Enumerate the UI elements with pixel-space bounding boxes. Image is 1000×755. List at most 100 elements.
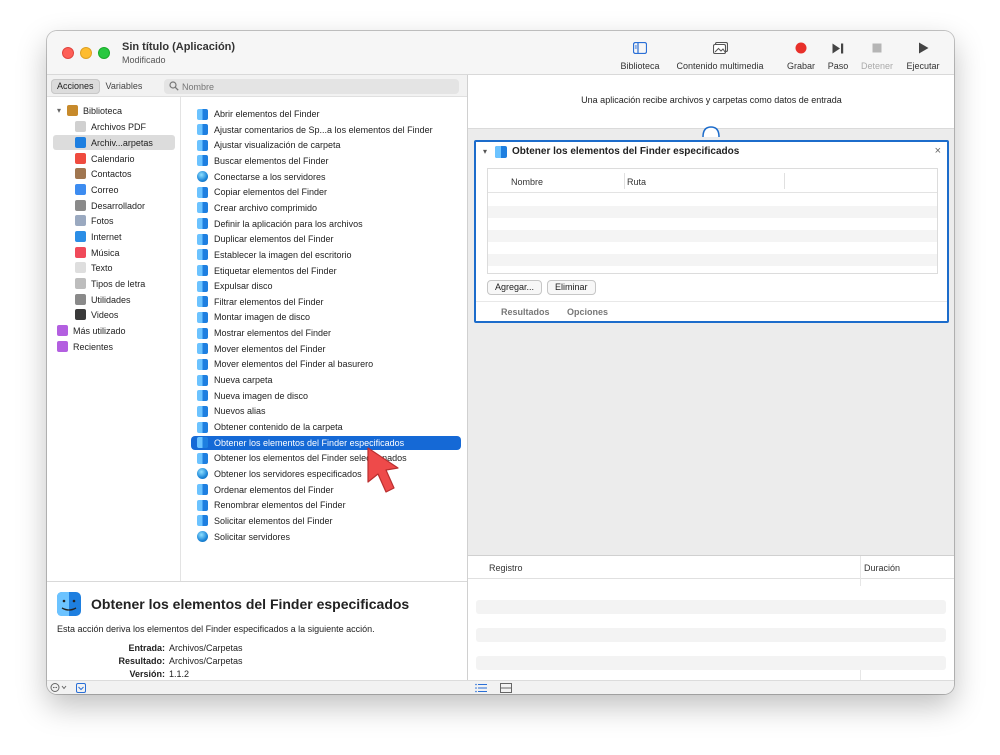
action-list-item[interactable]: Abrir elementos del Finder: [191, 107, 461, 121]
action-label: Montar imagen de disco: [214, 312, 311, 323]
finder-icon: [197, 343, 208, 355]
action-list-item[interactable]: Obtener los servidores especificados: [191, 467, 461, 481]
library-item[interactable]: Contactos: [53, 166, 175, 181]
action-list-item[interactable]: Obtener los elementos del Finder especif…: [191, 435, 461, 450]
column-path[interactable]: Ruta: [627, 177, 646, 187]
sidebar-icon: [615, 39, 665, 57]
action-list-item[interactable]: Filtrar elementos del Finder: [191, 295, 461, 309]
description-toggle-icon[interactable]: [76, 683, 86, 694]
action-list-item[interactable]: Ajustar comentarios de Sp...a los elemen…: [191, 123, 461, 137]
action-list-item[interactable]: Etiquetar elementos del Finder: [191, 264, 461, 278]
library-item[interactable]: Fotos: [53, 213, 175, 228]
tab-options[interactable]: Opciones: [567, 307, 608, 317]
column-duration[interactable]: Duración: [864, 563, 900, 573]
close-window-button[interactable]: [62, 47, 74, 59]
disclosure-triangle-icon[interactable]: ▾: [483, 147, 487, 156]
action-list-item[interactable]: Solicitar elementos del Finder: [191, 514, 461, 528]
action-list-item[interactable]: Nueva carpeta: [191, 373, 461, 387]
action-list-item[interactable]: Montar imagen de disco: [191, 310, 461, 324]
card-title: Obtener los elementos del Finder especif…: [512, 146, 740, 157]
split-view-icon[interactable]: [500, 683, 512, 694]
action-list-item[interactable]: Solicitar servidores: [191, 530, 461, 544]
finder-icon: [197, 155, 208, 167]
finder-icon: [197, 202, 208, 214]
finder-icon: [197, 108, 208, 120]
search-input[interactable]: [182, 80, 452, 93]
library-item[interactable]: Desarrollador: [53, 198, 175, 213]
log-row: [476, 600, 946, 614]
library-item[interactable]: Correo: [53, 182, 175, 197]
stop-toolbar-button[interactable]: Detener: [857, 39, 897, 71]
library-item[interactable]: Archiv...arpetas: [53, 135, 175, 150]
action-list-item[interactable]: Establecer la imagen del escritorio: [191, 248, 461, 262]
column-name[interactable]: Nombre: [511, 177, 543, 187]
remove-button[interactable]: Eliminar: [547, 280, 596, 295]
library-item-label: Fotos: [91, 215, 114, 226]
action-list-item[interactable]: Duplicar elementos del Finder: [191, 232, 461, 246]
action-list-item[interactable]: Ordenar elementos del Finder: [191, 483, 461, 497]
action-label: Duplicar elementos del Finder: [214, 234, 334, 245]
action-label: Ajustar visualización de carpeta: [214, 140, 341, 151]
add-button[interactable]: Agregar...: [487, 280, 543, 295]
action-list-item[interactable]: Mover elementos del Finder: [191, 342, 461, 356]
media-toolbar-button[interactable]: Contenido multimedia: [671, 39, 769, 71]
library-toolbar-button[interactable]: Biblioteca: [615, 39, 665, 71]
zoom-window-button[interactable]: [98, 47, 110, 59]
library-item-label: Videos: [91, 309, 119, 320]
library-item[interactable]: Música: [53, 245, 175, 260]
close-icon[interactable]: ×: [935, 145, 941, 157]
action-list-item[interactable]: Nueva imagen de disco: [191, 389, 461, 403]
library-item[interactable]: Utilidades: [53, 292, 175, 307]
action-list-item[interactable]: Obtener contenido de la carpeta: [191, 420, 461, 434]
library-item[interactable]: Más utilizado: [53, 323, 175, 338]
action-list-item[interactable]: Buscar elementos del Finder: [191, 154, 461, 168]
library-item[interactable]: Recientes: [53, 339, 175, 354]
action-list-item[interactable]: Ajustar visualización de carpeta: [191, 138, 461, 152]
action-label: Abrir elementos del Finder: [214, 109, 320, 119]
step-toolbar-button[interactable]: Paso: [823, 39, 853, 71]
finder-icon: [197, 515, 208, 527]
description-text: Esta acción deriva los elementos del Fin…: [57, 624, 375, 634]
finder-icon: [57, 592, 81, 619]
minimize-window-button[interactable]: [80, 47, 92, 59]
library-item[interactable]: Videos: [53, 307, 175, 322]
library-item-label: Tipos de letra: [91, 278, 146, 289]
library-item[interactable]: Internet: [53, 229, 175, 244]
action-label: Ordenar elementos del Finder: [214, 484, 334, 495]
finder-icon: [197, 374, 208, 386]
action-list-item[interactable]: Crear archivo comprimido: [191, 201, 461, 215]
tab-results[interactable]: Resultados: [501, 307, 550, 317]
log-header: Registro Duración: [468, 556, 954, 579]
action-label: Crear archivo comprimido: [214, 202, 318, 213]
library-item[interactable]: Archivos PDF: [53, 119, 175, 134]
right-status-bar: [467, 680, 954, 694]
library-item[interactable]: Tipos de letra: [53, 276, 175, 291]
library-item-label: Correo: [91, 184, 119, 195]
chevron-down-icon[interactable]: ▾: [57, 106, 67, 115]
library-item[interactable]: Texto: [53, 260, 175, 275]
action-list-item[interactable]: Nuevos alias: [191, 404, 461, 418]
action-list-item[interactable]: Expulsar disco: [191, 279, 461, 293]
library-item[interactable]: Calendario: [53, 151, 175, 166]
action-list-item[interactable]: Renombrar elementos del Finder: [191, 498, 461, 512]
action-list-item[interactable]: Definir la aplicación para los archivos: [191, 217, 461, 231]
action-list-item[interactable]: Copiar elementos del Finder: [191, 185, 461, 199]
calendar-icon: [75, 153, 86, 164]
tab-actions[interactable]: Acciones: [51, 79, 100, 94]
run-toolbar-button[interactable]: Ejecutar: [903, 39, 943, 71]
record-toolbar-button[interactable]: Grabar: [781, 39, 821, 71]
log-pane: Registro Duración: [467, 555, 954, 681]
tab-variables[interactable]: Variables: [100, 79, 149, 94]
log-row: [476, 614, 946, 628]
action-list-item[interactable]: Mostrar elementos del Finder: [191, 326, 461, 340]
finder-icon: [197, 327, 208, 339]
action-menu-icon[interactable]: [50, 682, 70, 694]
action-list-item[interactable]: Obtener los elementos del Finder selecci…: [191, 451, 461, 465]
action-list-item[interactable]: Mover elementos del Finder al basurero: [191, 357, 461, 371]
column-log[interactable]: Registro: [489, 563, 523, 573]
library-item[interactable]: ▾ Biblioteca: [53, 103, 175, 118]
action-list-item[interactable]: Conectarse a los servidores: [191, 170, 461, 184]
action-label: Renombrar elementos del Finder: [214, 500, 346, 511]
list-view-icon[interactable]: [475, 683, 487, 694]
finder-icon: [197, 499, 208, 511]
